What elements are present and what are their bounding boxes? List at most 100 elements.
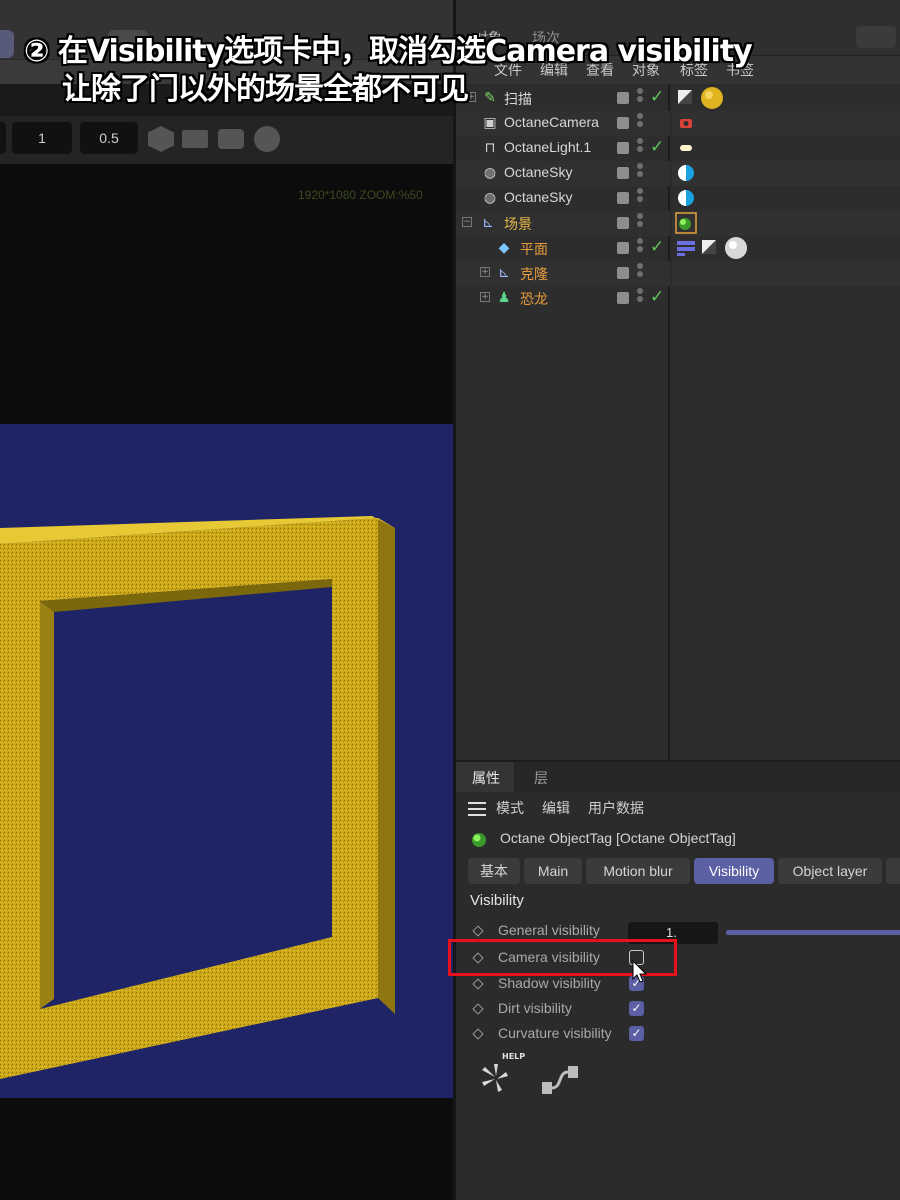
object-name: OctaneSky (504, 189, 573, 205)
dirt-visibility-checkbox[interactable]: ✓ (629, 1001, 644, 1016)
tag-row (672, 136, 900, 161)
edit-icon[interactable] (617, 242, 629, 254)
object-row-camera[interactable]: ▣ OctaneCamera (456, 111, 670, 136)
enabled-check-icon[interactable]: ✓ (650, 137, 664, 157)
object-name: 平面 (520, 241, 548, 257)
edit-icon[interactable] (617, 192, 629, 204)
edit-icon[interactable] (617, 292, 629, 304)
tab-layers[interactable]: 层 (534, 768, 548, 788)
object-row-cloner[interactable]: + ⊾ 克隆 (456, 261, 670, 286)
edit-icon[interactable] (617, 267, 629, 279)
environment-tag-icon[interactable] (676, 163, 696, 183)
visibility-dots[interactable] (637, 113, 643, 135)
edit-icon[interactable] (617, 167, 629, 179)
value-field[interactable]: 0.5 (80, 122, 138, 154)
object-name: OctaneCamera (504, 114, 599, 130)
tag-row (672, 211, 900, 236)
section-title: Visibility (470, 892, 524, 909)
object-name: 克隆 (520, 266, 548, 282)
visibility-dots[interactable] (637, 288, 643, 310)
menu-mode[interactable]: 模式 (496, 798, 524, 818)
curvature-visibility-checkbox[interactable]: ✓ (629, 1026, 644, 1041)
param-label: Dirt visibility (498, 1000, 572, 1016)
keyframe-diamond-icon[interactable] (472, 925, 484, 937)
keyframe-diamond-icon[interactable] (472, 1003, 484, 1015)
mouse-cursor-icon (632, 960, 648, 983)
visibility-dots[interactable] (637, 138, 643, 160)
object-name: OctaneSky (504, 164, 573, 180)
tab-main[interactable]: Main (524, 858, 582, 884)
param-label: General visibility (498, 922, 600, 938)
object-row-plane[interactable]: ◆ 平面 ✓ (456, 236, 670, 261)
circle-icon[interactable] (254, 126, 280, 152)
menu-edit[interactable]: 编辑 (542, 798, 570, 818)
keyframe-diamond-icon[interactable] (472, 978, 484, 990)
hamburger-menu-icon[interactable] (468, 802, 486, 816)
octane-object-tag-icon (472, 833, 486, 847)
node-editor-icon[interactable] (540, 1062, 582, 1098)
edit-icon[interactable] (617, 117, 629, 129)
param-label: Curvature visibility (498, 1025, 612, 1041)
material-tag-icon[interactable] (724, 236, 748, 260)
tag-row (672, 261, 900, 286)
octane-help-icon[interactable] (476, 1058, 516, 1098)
caption-line-1: ② 在Visibility选项卡中，取消勾选Camera visibility (24, 34, 753, 69)
enabled-check-icon[interactable]: ✓ (650, 237, 664, 257)
tab-visibility[interactable]: Visibility (694, 858, 774, 884)
camera-icon: ▣ (483, 115, 497, 131)
object-row-sky[interactable]: ◍ OctaneSky (456, 161, 670, 186)
attributes-panel: 属性 层 模式 编辑 用户数据 Octane ObjectTag [Octane… (456, 760, 900, 1200)
param-label: Shadow visibility (498, 975, 601, 991)
rect-icon[interactable] (182, 130, 208, 148)
null-icon: ⊾ (482, 215, 494, 231)
tab-more[interactable] (886, 858, 900, 884)
environment-tag-icon[interactable] (676, 188, 696, 208)
edit-icon[interactable] (617, 142, 629, 154)
enabled-check-icon[interactable]: ✓ (650, 287, 664, 307)
collapse-toggle[interactable]: − (462, 217, 472, 227)
expand-toggle[interactable]: + (480, 292, 490, 302)
tag-row (672, 161, 900, 186)
general-visibility-slider[interactable] (726, 930, 900, 935)
light-tag-icon[interactable] (676, 138, 696, 158)
visibility-dots[interactable] (637, 238, 643, 260)
keyframe-diamond-icon[interactable] (472, 1028, 484, 1040)
tag-column (672, 86, 900, 760)
object-row-sky[interactable]: ◍ OctaneSky (456, 186, 670, 211)
tab-attributes[interactable]: 属性 (472, 768, 500, 788)
window-button[interactable] (856, 26, 896, 48)
tab-basic[interactable]: 基本 (468, 858, 520, 884)
menu-user-data[interactable]: 用户数据 (588, 798, 644, 818)
object-row-scene[interactable]: − ⊾ 场景 (456, 211, 670, 236)
field-stub[interactable] (0, 122, 6, 154)
expand-toggle[interactable]: + (480, 267, 490, 277)
object-name: OctaneLight.1 (504, 139, 592, 155)
plane-icon: ◆ (498, 240, 510, 256)
attributes-title: Octane ObjectTag [Octane ObjectTag] (500, 830, 736, 846)
shadow-visibility-row: Shadow visibility ✓ (456, 973, 900, 997)
attributes-tabs: 属性 层 (456, 762, 900, 792)
visibility-dots[interactable] (637, 213, 643, 235)
door-frame-render (0, 516, 395, 1079)
octane-object-tag-icon[interactable] (675, 212, 697, 234)
sky-icon: ◍ (483, 190, 497, 206)
tab-object-layer[interactable]: Object layer (778, 858, 882, 884)
tab-motion-blur[interactable]: Motion blur (586, 858, 690, 884)
camera-tag-icon[interactable] (676, 113, 696, 133)
tool-icon[interactable] (0, 30, 14, 58)
value-field[interactable]: 1 (12, 122, 72, 154)
camera-icon[interactable] (218, 129, 244, 149)
tag-row (672, 111, 900, 136)
object-row-dinosaur[interactable]: + ♟ 恐龙 ✓ (456, 286, 670, 311)
visibility-dots[interactable] (637, 263, 643, 285)
right-panel: 对象 场次 文件 编辑 查看 对象 标签 书签 + ✎ 扫描 ✓ ▣ Octan… (453, 0, 900, 1200)
visibility-dots[interactable] (637, 188, 643, 210)
cloner-icon: ⊾ (498, 265, 510, 281)
visibility-dots[interactable] (637, 163, 643, 185)
object-row-light[interactable]: ⊓ OctaneLight.1 ✓ (456, 136, 670, 161)
grid-tag-icon[interactable] (676, 238, 696, 258)
edit-icon[interactable] (617, 217, 629, 229)
tag-row (672, 236, 900, 261)
uvw-tag-icon[interactable] (700, 238, 720, 258)
curvature-visibility-row: Curvature visibility ✓ (456, 1023, 900, 1047)
